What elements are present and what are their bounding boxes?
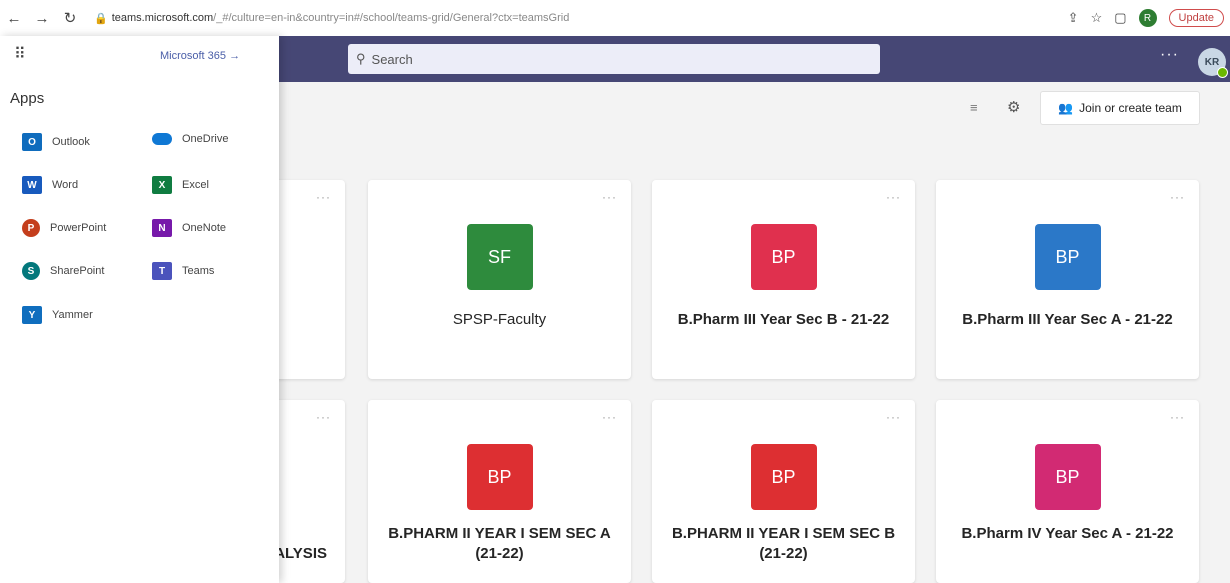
more-options-icon[interactable]: ··· — [1160, 46, 1179, 64]
team-card[interactable]: ··· BP B.PHARM II YEAR I SEM SEC B (21-2… — [652, 400, 915, 583]
team-name: SPSP-Faculty — [452, 311, 547, 328]
excel-icon: X — [152, 176, 172, 194]
team-avatar-tile: BP — [750, 224, 817, 290]
team-card[interactable]: ··· BP B.Pharm III Year Sec B - 21-22 — [652, 180, 915, 379]
app-label: Teams — [182, 265, 215, 277]
app-label: SharePoint — [50, 265, 105, 277]
app-yammer[interactable]: Y Yammer — [22, 306, 93, 324]
presence-status-icon — [1217, 67, 1228, 78]
bookmark-star-icon[interactable]: ☆ — [1091, 10, 1103, 26]
card-more-icon[interactable]: ··· — [1170, 410, 1185, 424]
team-avatar-tile: BP — [1034, 224, 1101, 290]
share-icon[interactable]: ⇪ — [1068, 10, 1079, 26]
app-excel[interactable]: X Excel — [152, 176, 209, 194]
team-name: B.Pharm IV Year Sec A - 21-22 — [961, 525, 1174, 542]
browser-toolbar: ← → ↻ 🔒 teams.microsoft.com/_#/culture=e… — [0, 0, 1230, 37]
avatar-initials: KR — [1204, 56, 1220, 68]
side-panel-icon[interactable]: ▢ — [1114, 10, 1126, 26]
team-name: ALYSIS — [274, 545, 327, 562]
browser-actions: ⇪ ☆ ▢ R Update — [1068, 0, 1224, 36]
team-avatar-tile: SF — [466, 224, 533, 290]
microsoft-365-link[interactable]: Microsoft 365 → — [160, 50, 240, 62]
outlook-icon: O — [22, 133, 42, 151]
team-card[interactable]: ··· BP B.Pharm IV Year Sec A - 21-22 — [936, 400, 1199, 583]
card-more-icon[interactable]: ··· — [602, 410, 617, 424]
team-avatar-tile: BP — [1034, 444, 1101, 510]
app-label: OneNote — [182, 222, 227, 234]
forward-icon[interactable]: → — [28, 10, 56, 27]
search-placeholder: Search — [371, 51, 413, 67]
sharepoint-icon: S — [22, 262, 40, 280]
card-more-icon[interactable]: ··· — [1170, 190, 1185, 204]
url-host: teams.microsoft.com — [111, 12, 214, 24]
card-more-icon[interactable]: ··· — [316, 190, 331, 204]
app-sharepoint[interactable]: S SharePoint — [22, 262, 104, 280]
team-card[interactable]: ··· BP B.PHARM II YEAR I SEM SEC A (21-2… — [368, 400, 631, 583]
app-powerpoint[interactable]: P PowerPoint — [22, 219, 106, 237]
app-label: Excel — [182, 179, 209, 191]
team-name: B.Pharm III Year Sec A - 21-22 — [962, 311, 1173, 328]
onenote-icon: N — [152, 219, 172, 237]
url-path: /_#/culture=en-in&country=in#/school/tea… — [213, 12, 570, 24]
word-icon: W — [22, 176, 42, 194]
card-more-icon[interactable]: ··· — [602, 190, 617, 204]
team-name: B.PHARM II YEAR I SEM SEC A (21-22) — [388, 525, 611, 562]
join-label: Join or create team — [1079, 101, 1182, 115]
search-input[interactable]: ⚲ Search — [348, 44, 880, 74]
apps-heading: Apps — [10, 90, 45, 107]
card-more-icon[interactable]: ··· — [886, 410, 901, 424]
app-label: PowerPoint — [50, 222, 107, 234]
teams-icon: T — [152, 262, 172, 280]
onedrive-icon — [152, 133, 172, 145]
user-avatar[interactable]: KR — [1198, 48, 1228, 78]
app-launcher-waffle-icon[interactable]: ⠿ — [14, 44, 27, 64]
team-card[interactable]: ··· SF SPSP-Faculty — [368, 180, 631, 379]
people-add-icon: 👥 — [1058, 101, 1074, 115]
app-onenote[interactable]: N OneNote — [152, 219, 226, 237]
lock-icon[interactable]: 🔒 — [94, 12, 108, 25]
yammer-icon: Y — [22, 306, 42, 324]
browser-profile-avatar[interactable]: R — [1138, 9, 1157, 27]
app-outlook[interactable]: O Outlook — [22, 133, 90, 151]
gear-icon[interactable]: ⚙ — [1007, 98, 1020, 116]
team-name: B.Pharm III Year Sec B - 21-22 — [677, 311, 890, 328]
team-name: B.PHARM II YEAR I SEM SEC B (21-22) — [671, 525, 896, 562]
app-teams[interactable]: T Teams — [152, 262, 214, 280]
app-label: Word — [52, 179, 79, 191]
app-onedrive[interactable]: OneDrive — [152, 133, 228, 145]
team-avatar-tile: BP — [750, 444, 817, 510]
join-or-create-team-button[interactable]: 👥 Join or create team — [1040, 91, 1200, 125]
address-bar[interactable]: teams.microsoft.com/_#/culture=en-in&cou… — [112, 12, 672, 24]
card-more-icon[interactable]: ··· — [316, 410, 331, 424]
search-icon: ⚲ — [356, 51, 366, 66]
update-button[interactable]: Update — [1168, 9, 1224, 27]
team-avatar-tile: BP — [466, 444, 533, 510]
filter-icon[interactable]: ≡ — [970, 100, 978, 115]
powerpoint-icon: P — [22, 219, 40, 237]
team-card[interactable]: ··· BP B.Pharm III Year Sec A - 21-22 — [936, 180, 1199, 379]
reload-icon[interactable]: ↻ — [56, 9, 84, 27]
app-label: OneDrive — [182, 133, 229, 145]
app-label: Outlook — [52, 136, 90, 148]
card-more-icon[interactable]: ··· — [886, 190, 901, 204]
app-launcher-panel: ⠿ Microsoft 365 → Apps O Outlook OneDriv… — [0, 36, 279, 583]
back-icon[interactable]: ← — [0, 10, 28, 27]
app-label: Yammer — [52, 309, 93, 321]
app-word[interactable]: W Word — [22, 176, 78, 194]
